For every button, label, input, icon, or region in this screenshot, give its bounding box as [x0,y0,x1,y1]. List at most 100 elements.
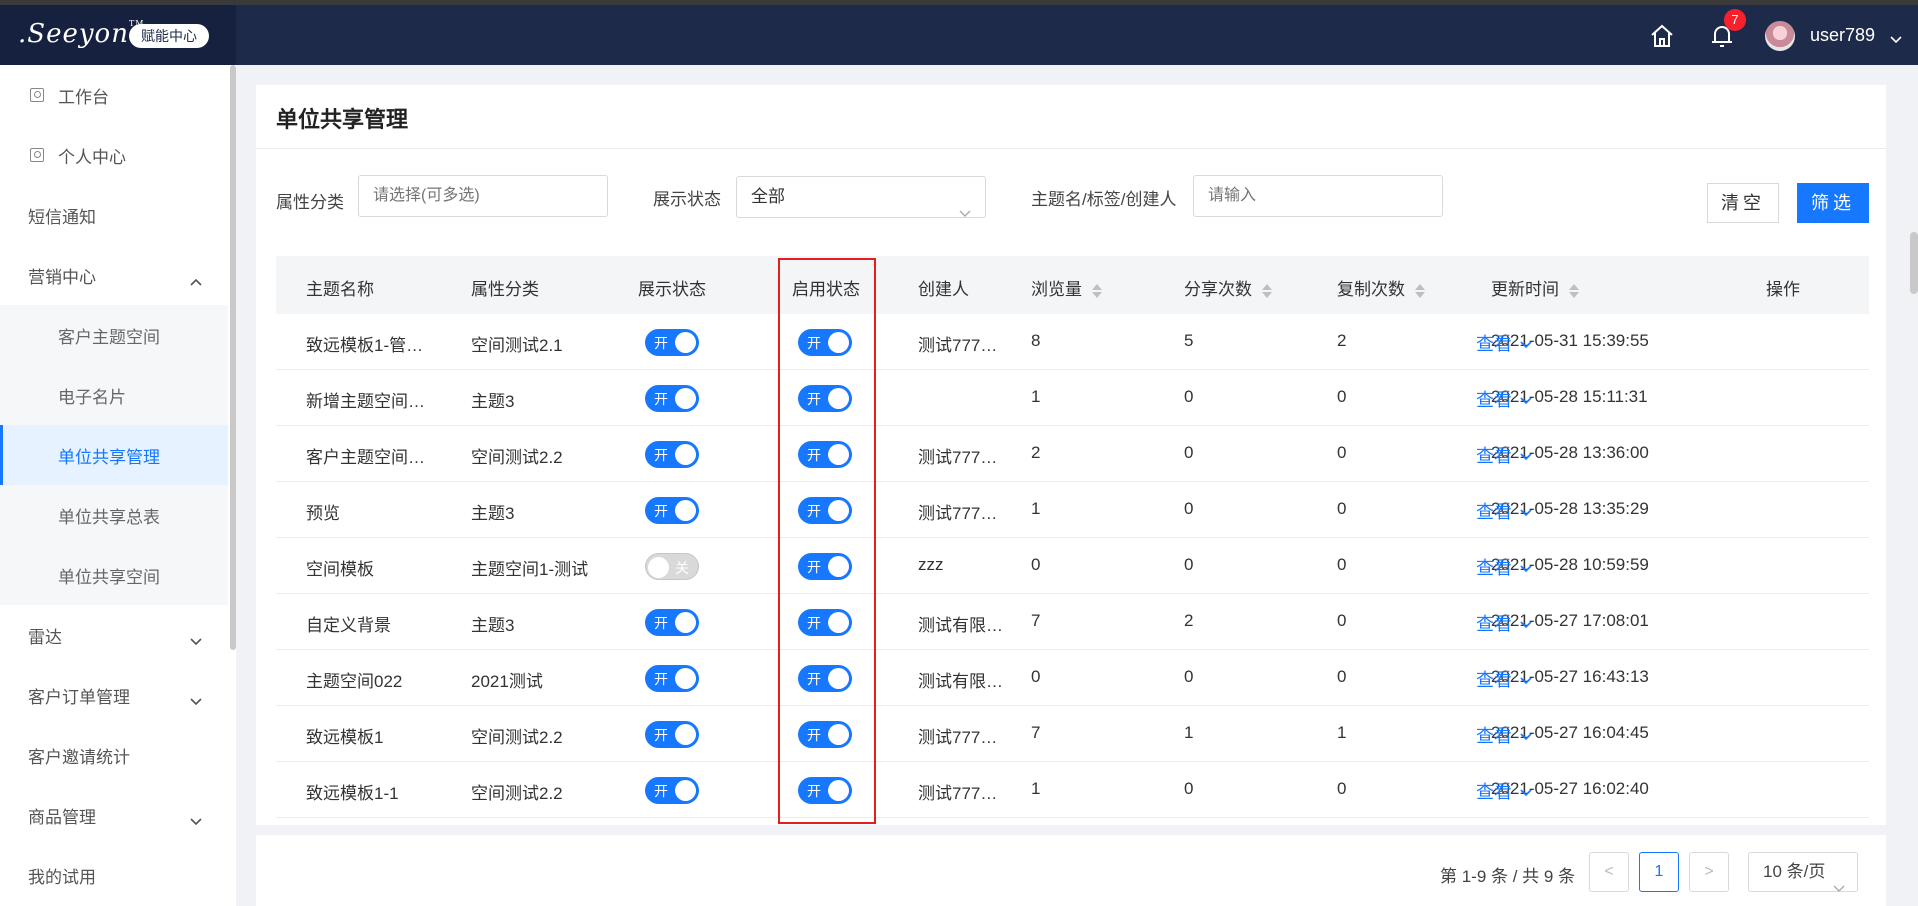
view-link[interactable]: 查看 [1476,778,1512,804]
cell-name: 预览 [306,504,340,523]
prev-page-button[interactable]: < [1589,852,1629,892]
display-toggle[interactable]: 开 [645,441,699,468]
cell-shares: 2 [1184,611,1194,630]
page-1-button[interactable]: 1 [1639,852,1679,892]
view-link[interactable]: 查看 [1476,554,1512,580]
page-size-value: 10 条/页 [1763,862,1826,881]
cell-views: 1 [1031,779,1041,798]
page-scrollbar[interactable] [1910,232,1918,294]
sidebar-item-8[interactable]: 单位共享空间 [0,545,228,605]
toggle-knob [675,724,696,745]
enabled-toggle[interactable]: 开 [798,721,852,748]
chevron-down-icon [1833,869,1845,906]
display-toggle[interactable]: 关 [645,553,699,580]
display-toggle[interactable]: 开 [645,385,699,412]
chevron-down-icon[interactable] [1520,728,1532,746]
view-link[interactable]: 查看 [1476,722,1512,748]
display-toggle[interactable]: 开 [645,721,699,748]
display-toggle[interactable]: 开 [645,665,699,692]
chevron-down-icon[interactable] [1520,672,1532,690]
enabled-toggle[interactable]: 开 [798,553,852,580]
display-toggle[interactable]: 开 [645,497,699,524]
user-avatar[interactable] [1765,21,1795,51]
enabled-toggle[interactable]: 开 [798,665,852,692]
sidebar-item-5[interactable]: 电子名片 [0,365,228,425]
sidebar-item-2[interactable]: 短信通知 [0,185,228,245]
sidebar-item-7[interactable]: 单位共享总表 [0,485,228,545]
display-status-select[interactable]: 全部 [736,176,986,218]
filter-button[interactable]: 筛选 [1797,183,1869,223]
sidebar-scrollbar[interactable] [230,65,236,650]
column-header-views[interactable]: 浏览量 [1031,275,1102,300]
sidebar-item-1[interactable]: 个人中心 [0,125,228,185]
seeyon-logo[interactable]: .SeeyonTM [18,19,144,49]
toggle-text: 开 [807,335,821,351]
sidebar-item-10[interactable]: 客户订单管理 [0,665,228,725]
enabled-toggle[interactable]: 开 [798,777,852,804]
column-header-updated[interactable]: 更新时间 [1491,275,1579,300]
column-header-copies[interactable]: 复制次数 [1337,275,1425,300]
cell-copies: 2 [1337,331,1347,350]
toggle-text: 开 [807,671,821,687]
chevron-down-icon[interactable] [1520,504,1532,522]
enabled-toggle[interactable]: 开 [798,497,852,524]
top-navbar: .SeeyonTM 赋能中心 7 user789 [0,5,1918,65]
display-toggle[interactable]: 开 [645,777,699,804]
sidebar-item-13[interactable]: 我的试用 [0,845,228,905]
sidebar-item-6[interactable]: 单位共享管理 [0,425,228,485]
logo-area: .SeeyonTM 赋能中心 [0,5,236,65]
table-row: 预览主题3测试77777771002021-05-28 13:35:29开开查看 [276,482,1869,538]
sidebar-item-3[interactable]: 营销中心 [0,245,228,305]
keyword-filter-label: 主题名/标签/创建人 [1031,190,1177,209]
sidebar-item-label: 工作台 [58,87,109,107]
column-header-shares[interactable]: 分享次数 [1184,275,1272,300]
sort-icon[interactable] [1415,283,1425,299]
display-toggle[interactable]: 开 [645,329,699,356]
sort-icon[interactable] [1092,283,1102,299]
column-header-actions: 操作 [1766,280,1800,299]
page-size-select[interactable]: 10 条/页 [1748,852,1858,892]
next-page-button[interactable]: > [1689,852,1729,892]
sidebar-item-label: 客户邀请统计 [28,747,130,767]
column-header-enabled: 启用状态 [792,280,860,299]
chevron-down-icon[interactable] [1520,784,1532,802]
username[interactable]: user789 [1810,25,1875,46]
view-link[interactable]: 查看 [1476,386,1512,412]
display-toggle[interactable]: 开 [645,609,699,636]
chevron-down-icon[interactable] [1520,560,1532,578]
chevron-down-icon[interactable] [1520,392,1532,410]
chevron-down-icon[interactable] [1520,616,1532,634]
enabled-toggle[interactable]: 开 [798,441,852,468]
chevron-down-icon[interactable] [1890,31,1902,49]
view-link[interactable]: 查看 [1476,610,1512,636]
enablement-center-badge[interactable]: 赋能中心 [129,24,209,48]
home-icon[interactable] [1647,21,1677,51]
notification-count-badge: 7 [1724,9,1746,31]
cell-name: 自定义背景 [306,616,391,635]
enabled-toggle[interactable]: 开 [798,329,852,356]
view-link[interactable]: 查看 [1476,498,1512,524]
sort-icon[interactable] [1569,283,1579,299]
view-link[interactable]: 查看 [1476,666,1512,692]
enabled-toggle[interactable]: 开 [798,385,852,412]
sidebar-item-0[interactable]: 工作台 [0,65,228,125]
category-filter-label: 属性分类 [276,193,344,212]
table-row: 空间模板 主题空间1-测试 zzz 0 0 0 2021-05-28 10:59:59 关开查… [276,538,1869,594]
chevron-down-icon [190,811,202,831]
sidebar-item-12[interactable]: 商品管理 [0,785,228,845]
chevron-down-icon[interactable] [1520,448,1532,466]
toggle-text: 开 [807,447,821,463]
category-filter-input[interactable] [358,175,608,217]
sidebar-item-4[interactable]: 客户主题空间 [0,305,228,365]
clear-button[interactable]: 清空 [1707,183,1779,223]
toggle-knob [675,500,696,521]
sidebar-item-9[interactable]: 雷达 [0,605,228,665]
chevron-down-icon[interactable] [1520,336,1532,354]
sort-icon[interactable] [1262,283,1272,299]
updated-header-label: 更新时间 [1491,280,1559,299]
view-link[interactable]: 查看 [1476,330,1512,356]
sidebar-item-11[interactable]: 客户邀请统计 [0,725,228,785]
view-link[interactable]: 查看 [1476,442,1512,468]
keyword-filter-input[interactable] [1193,175,1443,217]
enabled-toggle[interactable]: 开 [798,609,852,636]
